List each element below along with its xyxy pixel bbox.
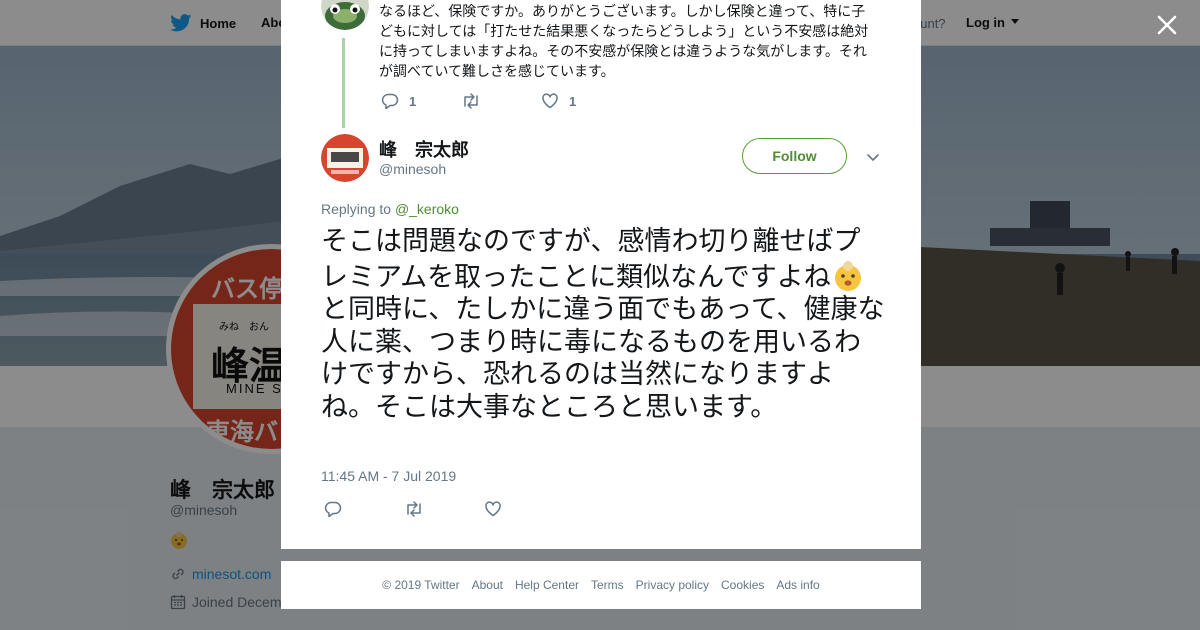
- tweet-text: そこは問題なのですが、感情わ切り離せばプレミアムを取ったことに類似なんですよねと…: [321, 226, 886, 424]
- footer-link-help-center[interactable]: Help Center: [515, 578, 579, 592]
- footer-link-terms[interactable]: Terms: [591, 578, 624, 592]
- replying-to: Replying to @_keroko: [321, 201, 459, 217]
- previous-tweet-text: なるほど、保険ですか。ありがとうございます。しかし保険と違って、特に子どもに対し…: [379, 4, 869, 80]
- face-emoji-icon: [831, 259, 865, 293]
- footer-link-about[interactable]: About: [472, 578, 503, 592]
- reply-action[interactable]: [324, 500, 404, 518]
- heart-icon: [542, 93, 558, 109]
- reply-icon: [381, 93, 399, 110]
- previous-like-action[interactable]: 1: [541, 92, 621, 110]
- previous-like-count: 1: [569, 93, 577, 109]
- footer-link-privacy-policy[interactable]: Privacy policy: [636, 578, 709, 592]
- replying-to-prefix: Replying to: [321, 201, 392, 217]
- retweet-icon: [464, 93, 478, 109]
- author-name[interactable]: 峰 宗太郎: [379, 136, 469, 162]
- chevron-down-icon: [867, 154, 879, 161]
- previous-reply-action[interactable]: 1: [381, 92, 461, 110]
- footer-copyright: © 2019 Twitter: [382, 578, 460, 592]
- thread-connector-line: [342, 38, 345, 128]
- footer-link-cookies[interactable]: Cookies: [721, 578, 764, 592]
- tweet-modal: なるほど、保険ですか。ありがとうございます。しかし保険と違って、特に子どもに対し…: [281, 0, 921, 549]
- reply-icon: [324, 501, 342, 518]
- follow-button[interactable]: Follow: [742, 138, 847, 174]
- close-button[interactable]: [1152, 10, 1182, 40]
- replying-to-handle[interactable]: @_keroko: [395, 201, 459, 217]
- tweet-text-part1: そこは問題なのですが、感情わ切り離せばプレミアムを取ったことに類似なんですよね: [321, 226, 861, 293]
- previous-author-avatar[interactable]: [321, 0, 369, 30]
- tweet-timestamp[interactable]: 11:45 AM - 7 Jul 2019: [321, 468, 456, 484]
- close-icon: [1157, 15, 1177, 35]
- retweet-icon: [407, 501, 421, 517]
- footer: © 2019 Twitter About Help Center Terms P…: [281, 561, 921, 609]
- retweet-action[interactable]: [404, 500, 484, 518]
- previous-reply-count: 1: [409, 93, 417, 109]
- previous-retweet-action[interactable]: [461, 92, 541, 110]
- author-avatar[interactable]: [321, 134, 369, 182]
- tweet-text-part2: と同時に、たしかに違う面でもあって、健康な人に薬、つまり時に毒になるものを用いる…: [321, 294, 885, 423]
- author-handle[interactable]: @minesoh: [379, 161, 446, 177]
- previous-tweet-actions: 1 1: [381, 92, 621, 110]
- footer-link-ads-info[interactable]: Ads info: [776, 578, 819, 592]
- tweet-menu-button[interactable]: [864, 148, 882, 166]
- tweet-actions: [324, 500, 564, 518]
- heart-icon: [485, 501, 501, 517]
- like-action[interactable]: [484, 500, 564, 518]
